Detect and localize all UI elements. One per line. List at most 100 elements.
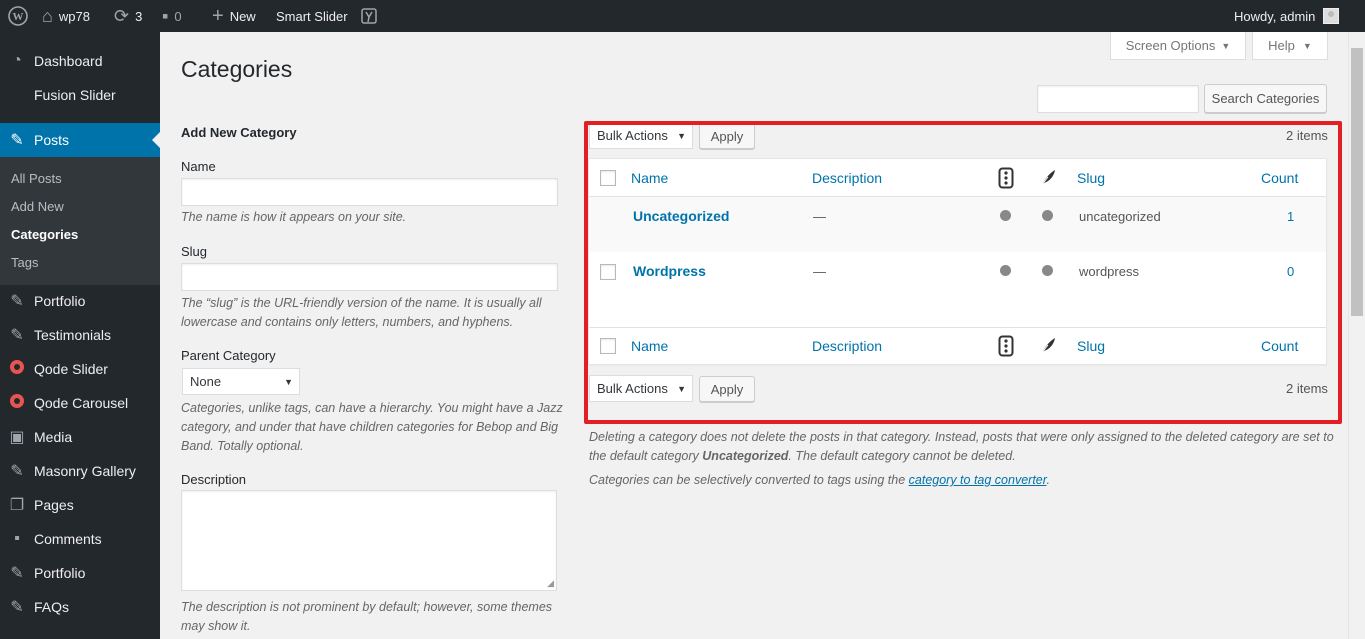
comments-link[interactable]: ▪ 0 [162,0,182,32]
readability-status-dot [1042,265,1053,276]
menu-label: Qode Carousel [34,395,129,411]
menu-fusion-slider[interactable]: Fusion Slider [0,78,160,112]
row-title-link[interactable]: Uncategorized [633,208,729,224]
updates-link[interactable]: ⟳ 3 [114,0,142,32]
screen-options-label: Screen Options [1125,38,1216,53]
updates-icon: ⟳ [114,6,130,26]
menu-label: Posts [34,132,70,148]
yoast-icon[interactable] [360,0,378,32]
updates-count: 3 [135,8,143,24]
feather-icon[interactable] [1039,168,1057,191]
comment-bubble-icon: ▪ [162,6,169,26]
menu-label: Pages [34,497,74,513]
menu-qode-carousel[interactable]: Qode Carousel [0,386,160,420]
form-heading: Add New Category [181,125,297,140]
select-all-checkbox-footer[interactable] [600,338,616,354]
help-label: Help [1268,38,1295,53]
submenu-all-posts[interactable]: All Posts [11,171,62,186]
traffic-light-icon[interactable] [998,167,1014,192]
menu-testimonials[interactable]: ✎ Testimonials [0,318,160,352]
feather-icon[interactable] [1039,336,1057,359]
menu-pages[interactable]: ❐ Pages [0,488,160,522]
name-field[interactable] [181,178,558,206]
column-footer-slug[interactable]: Slug [1077,338,1105,354]
menu-media[interactable]: ▣ Media [0,420,160,454]
parent-category-value: None [190,374,222,389]
select-all-checkbox[interactable] [600,170,616,186]
my-account-link[interactable]: Howdy, admin [1234,0,1340,32]
bulk-actions-select-top[interactable]: Bulk Actions ▼ [589,122,693,149]
delete-category-note: Deleting a category does not delete the … [589,430,1334,463]
help-button[interactable]: Help ▼ [1252,32,1328,60]
menu-qode-slider[interactable]: Qode Slider [0,352,160,386]
row-slug: wordpress [1079,264,1139,279]
avatar [1323,8,1340,24]
menu-dashboard[interactable]: ◔ Dashboard [0,44,160,78]
howdy-text: Howdy, admin [1234,8,1316,24]
menu-portfolio-2[interactable]: ✎ Portfolio [0,556,160,590]
posts-submenu: All Posts Add New Categories Tags [0,157,160,285]
site-name: wp78 [58,8,90,24]
column-header-description[interactable]: Description [812,170,882,186]
bulk-actions-select-bottom[interactable]: Bulk Actions ▼ [589,375,693,402]
submenu-add-new[interactable]: Add New [11,199,64,214]
apply-button-bottom[interactable]: Apply [699,376,755,402]
name-label: Name [181,159,216,174]
menu-masonry-gallery[interactable]: ✎ Masonry Gallery [0,454,160,488]
column-footer-description[interactable]: Description [812,338,882,354]
row-description: — [813,264,826,279]
row-description: — [813,209,826,224]
apply-button-top[interactable]: Apply [699,123,755,149]
category-to-tag-converter-link[interactable]: category to tag converter [909,473,1047,487]
column-header-count[interactable]: Count [1261,170,1298,186]
pin-icon: ✎ [10,132,24,149]
menu-portfolio[interactable]: ✎ Portfolio [0,284,160,318]
parent-category-select[interactable]: None ▼ [182,368,300,395]
menu-label: Dashboard [34,53,103,69]
column-header-slug[interactable]: Slug [1077,170,1105,186]
column-header-name[interactable]: Name [631,170,668,186]
submenu-categories[interactable]: Categories [11,227,78,242]
column-footer-count[interactable]: Count [1261,338,1298,354]
items-count-top: 2 items [1286,128,1328,143]
menu-faqs[interactable]: ✎ FAQs [0,590,160,624]
search-categories-button[interactable]: Search Categories [1204,84,1327,113]
seo-status-dot [1000,265,1011,276]
row-count-link[interactable]: 0 [1287,264,1294,279]
description-field[interactable]: ◢ [181,490,557,591]
menu-posts[interactable]: ✎ Posts [0,123,160,157]
table-row: Wordpress — wordpress 0 [589,252,1326,327]
caret-down-icon: ▼ [1302,40,1312,51]
qode-icon [0,393,34,413]
pin-icon: ✎ [10,565,24,582]
menu-comments[interactable]: ▪ Comments [0,522,160,556]
menu-label: FAQs [34,599,70,615]
column-footer-name[interactable]: Name [631,338,668,354]
row-count-link[interactable]: 1 [1287,209,1294,224]
page-scrollbar[interactable] [1348,32,1365,639]
comments-icon: ▪ [14,530,20,547]
menu-label: Qode Slider [34,361,108,377]
name-hint: The name is how it appears on your site. [181,210,407,224]
pin-icon: ✎ [10,293,24,310]
traffic-light-icon[interactable] [998,335,1014,360]
home-icon: ⌂ [42,6,53,26]
scrollbar-thumb[interactable] [1351,48,1363,316]
menu-label: Masonry Gallery [34,463,136,479]
screen-options-button[interactable]: Screen Options ▼ [1110,32,1246,60]
search-input[interactable] [1037,85,1199,113]
row-title-link[interactable]: Wordpress [633,263,706,279]
menu-label: Fusion Slider [34,87,116,103]
submenu-tags[interactable]: Tags [11,255,38,270]
site-name-link[interactable]: ⌂ wp78 [42,0,90,32]
new-content-link[interactable]: + New [212,0,256,32]
wordpress-logo-icon[interactable]: W [8,0,28,32]
slug-field[interactable] [181,263,558,291]
plus-icon: + [212,5,224,27]
resize-handle-icon[interactable]: ◢ [547,578,554,589]
slug-label: Slug [181,244,208,259]
parent-category-hint: Categories, unlike tags, can have a hier… [181,401,563,453]
row-checkbox[interactable] [600,264,616,280]
smart-slider-link[interactable]: Smart Slider [276,0,348,32]
comments-count: 0 [174,8,182,24]
